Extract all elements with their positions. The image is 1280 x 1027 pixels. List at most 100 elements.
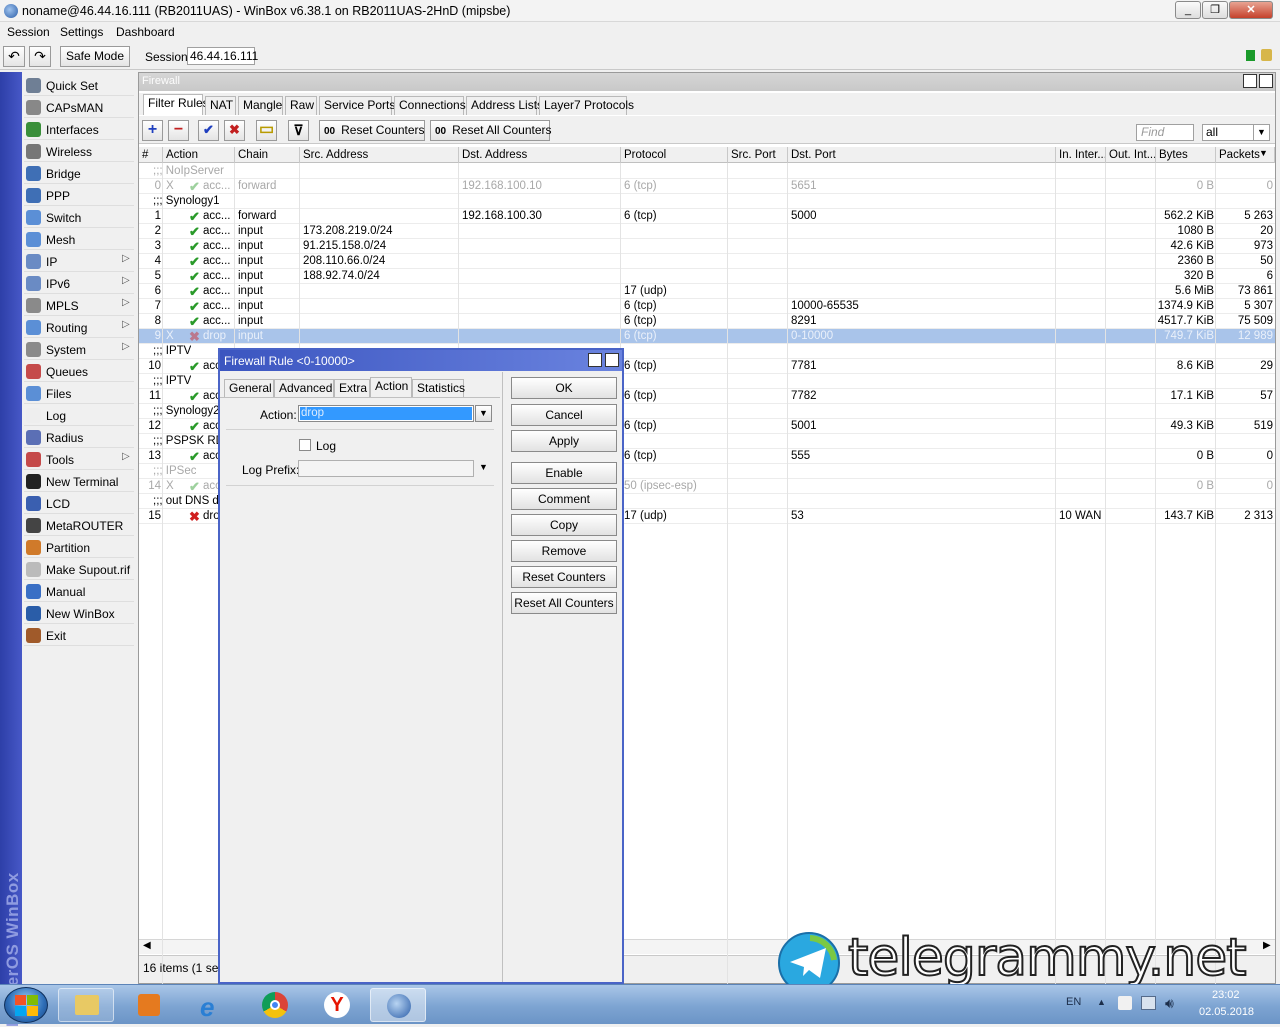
nav-item-system[interactable]: System ▷ <box>24 340 134 360</box>
tray-expand-icon[interactable]: ▲ <box>1097 997 1106 1007</box>
clock-date[interactable]: 02.05.2018 <box>1199 1006 1254 1018</box>
reset-counters-button[interactable]: Reset Counters <box>511 566 617 588</box>
explorer-taskbar-button[interactable] <box>58 988 114 1022</box>
dialog-tab-action[interactable]: Action <box>370 377 412 398</box>
nav-item-exit[interactable]: Exit <box>24 626 134 646</box>
column-header-dst-port[interactable]: Dst. Port <box>788 147 1056 163</box>
nav-item-quick-set[interactable]: Quick Set <box>24 76 134 96</box>
chevron-down-icon[interactable]: ▼ <box>479 462 488 472</box>
remove-icon[interactable]: − <box>168 120 189 141</box>
filter-select[interactable]: all ▼ <box>1202 124 1270 141</box>
redo-button[interactable]: ↷ <box>29 46 51 67</box>
cancel-button[interactable]: Cancel <box>511 404 617 426</box>
minimize-button[interactable]: _ <box>1175 1 1201 19</box>
winbox-taskbar-button[interactable] <box>370 988 426 1022</box>
column-header-bytes[interactable]: Bytes <box>1156 147 1216 163</box>
nav-item-switch[interactable]: Switch <box>24 208 134 228</box>
menu-session[interactable]: Session <box>7 25 50 39</box>
column-header-src-address[interactable]: Src. Address <box>300 147 459 163</box>
undo-button[interactable]: ↶ <box>3 46 25 67</box>
column-header-action[interactable]: Action <box>163 147 235 163</box>
comment-icon[interactable]: ▭ <box>256 120 277 141</box>
network-icon[interactable] <box>1141 996 1156 1010</box>
tab-nat[interactable]: NAT <box>205 96 236 115</box>
nav-item-manual[interactable]: Manual <box>24 582 134 602</box>
tab-service-ports[interactable]: Service Ports <box>319 96 395 115</box>
column-header-out-int[interactable]: Out. Int... <box>1106 147 1156 163</box>
nav-item-ip[interactable]: IP ▷ <box>24 252 134 272</box>
clock-time[interactable]: 23:02 <box>1212 989 1240 1001</box>
nav-item-mpls[interactable]: MPLS ▷ <box>24 296 134 316</box>
action-center-icon[interactable] <box>1118 996 1132 1010</box>
nav-item-log[interactable]: Log <box>24 406 134 426</box>
menu-settings[interactable]: Settings <box>60 25 103 39</box>
reset-counters-button[interactable]: 00 Reset Counters <box>319 120 425 141</box>
nav-item-ppp[interactable]: PPP <box>24 186 134 206</box>
column-header-protocol[interactable]: Protocol <box>621 147 728 163</box>
log-prefix-input[interactable] <box>298 460 474 477</box>
disable-icon[interactable]: ✖ <box>224 120 245 141</box>
copy-button[interactable]: Copy <box>511 514 617 536</box>
nav-item-queues[interactable]: Queues <box>24 362 134 382</box>
safe-mode-button[interactable]: Safe Mode <box>60 46 130 67</box>
reset-all-counters-button[interactable]: Reset All Counters <box>511 592 617 614</box>
nav-item-interfaces[interactable]: Interfaces <box>24 120 134 140</box>
menu-dashboard[interactable]: Dashboard <box>116 25 175 39</box>
nav-item-partition[interactable]: Partition <box>24 538 134 558</box>
yandex-taskbar-button[interactable]: Y <box>310 988 366 1022</box>
nav-item-files[interactable]: Files <box>24 384 134 404</box>
nav-item-routing[interactable]: Routing ▷ <box>24 318 134 338</box>
language-indicator[interactable]: EN <box>1066 996 1081 1008</box>
volume-icon[interactable]: 🔊︎ <box>1165 995 1174 1012</box>
media-player-taskbar-button[interactable] <box>122 988 178 1022</box>
ok-button[interactable]: OK <box>511 377 617 399</box>
dialog-close-button[interactable]: ✕ <box>605 353 619 367</box>
comment-button[interactable]: Comment <box>511 488 617 510</box>
filter-icon[interactable]: ⊽ <box>288 120 309 141</box>
ie-taskbar-button[interactable]: e <box>186 988 242 1022</box>
chevron-down-icon[interactable]: ▼ <box>475 405 492 422</box>
column-header-src-port[interactable]: Src. Port <box>728 147 788 163</box>
tab-raw[interactable]: Raw <box>285 96 317 115</box>
sort-chevron-down-icon[interactable]: ▼ <box>1259 148 1268 158</box>
nav-item-mesh[interactable]: Mesh <box>24 230 134 250</box>
maximize-button[interactable]: ❐ <box>1202 1 1228 19</box>
nav-item-wireless[interactable]: Wireless <box>24 142 134 162</box>
action-select[interactable]: drop <box>298 405 474 422</box>
enable-button[interactable]: Enable <box>511 462 617 484</box>
nav-item-ipv6[interactable]: IPv6 ▷ <box>24 274 134 294</box>
dialog-tab-advanced[interactable]: Advanced <box>274 379 334 398</box>
tab-layer7-protocols[interactable]: Layer7 Protocols <box>539 96 634 115</box>
close-button[interactable]: ✕ <box>1229 1 1273 19</box>
nav-item-new-winbox[interactable]: New WinBox <box>24 604 134 624</box>
nav-item-new-terminal[interactable]: New Terminal <box>24 472 134 492</box>
tab-connections[interactable]: Connections <box>394 96 466 115</box>
nav-item-make-supout-rif[interactable]: Make Supout.rif <box>24 560 134 580</box>
nav-item-radius[interactable]: Radius <box>24 428 134 448</box>
add-icon[interactable]: + <box>142 120 163 141</box>
firewall-maximize-button[interactable]: ▭ <box>1243 74 1257 88</box>
column-header-[interactable]: # <box>139 147 163 163</box>
tab-address-lists[interactable]: Address Lists <box>466 96 543 115</box>
apply-button[interactable]: Apply <box>511 430 617 452</box>
tab-filter-rules[interactable]: Filter Rules <box>143 94 209 115</box>
nav-item-tools[interactable]: Tools ▷ <box>24 450 134 470</box>
reset-all-counters-button[interactable]: 00 Reset All Counters <box>430 120 552 141</box>
column-header-dst-address[interactable]: Dst. Address <box>459 147 621 163</box>
nav-item-lcd[interactable]: LCD <box>24 494 134 514</box>
log-checkbox[interactable] <box>299 439 311 451</box>
scroll-left-icon[interactable]: ◀ <box>143 940 151 951</box>
dialog-maximize-button[interactable]: ▭ <box>588 353 602 367</box>
column-header-in-inter[interactable]: In. Inter... <box>1056 147 1106 163</box>
remove-button[interactable]: Remove <box>511 540 617 562</box>
nav-item-bridge[interactable]: Bridge <box>24 164 134 184</box>
start-button[interactable] <box>4 987 48 1023</box>
chrome-taskbar-button[interactable] <box>248 988 304 1022</box>
find-input[interactable]: Find <box>1136 124 1194 141</box>
dialog-tab-general[interactable]: General <box>224 379 274 398</box>
nav-item-capsman[interactable]: CAPsMAN <box>24 98 134 118</box>
enable-icon[interactable]: ✔ <box>198 120 219 141</box>
tab-mangle[interactable]: Mangle <box>238 96 283 115</box>
nav-item-metarouter[interactable]: MetaROUTER <box>24 516 134 536</box>
dialog-tab-statistics[interactable]: Statistics <box>412 379 465 398</box>
